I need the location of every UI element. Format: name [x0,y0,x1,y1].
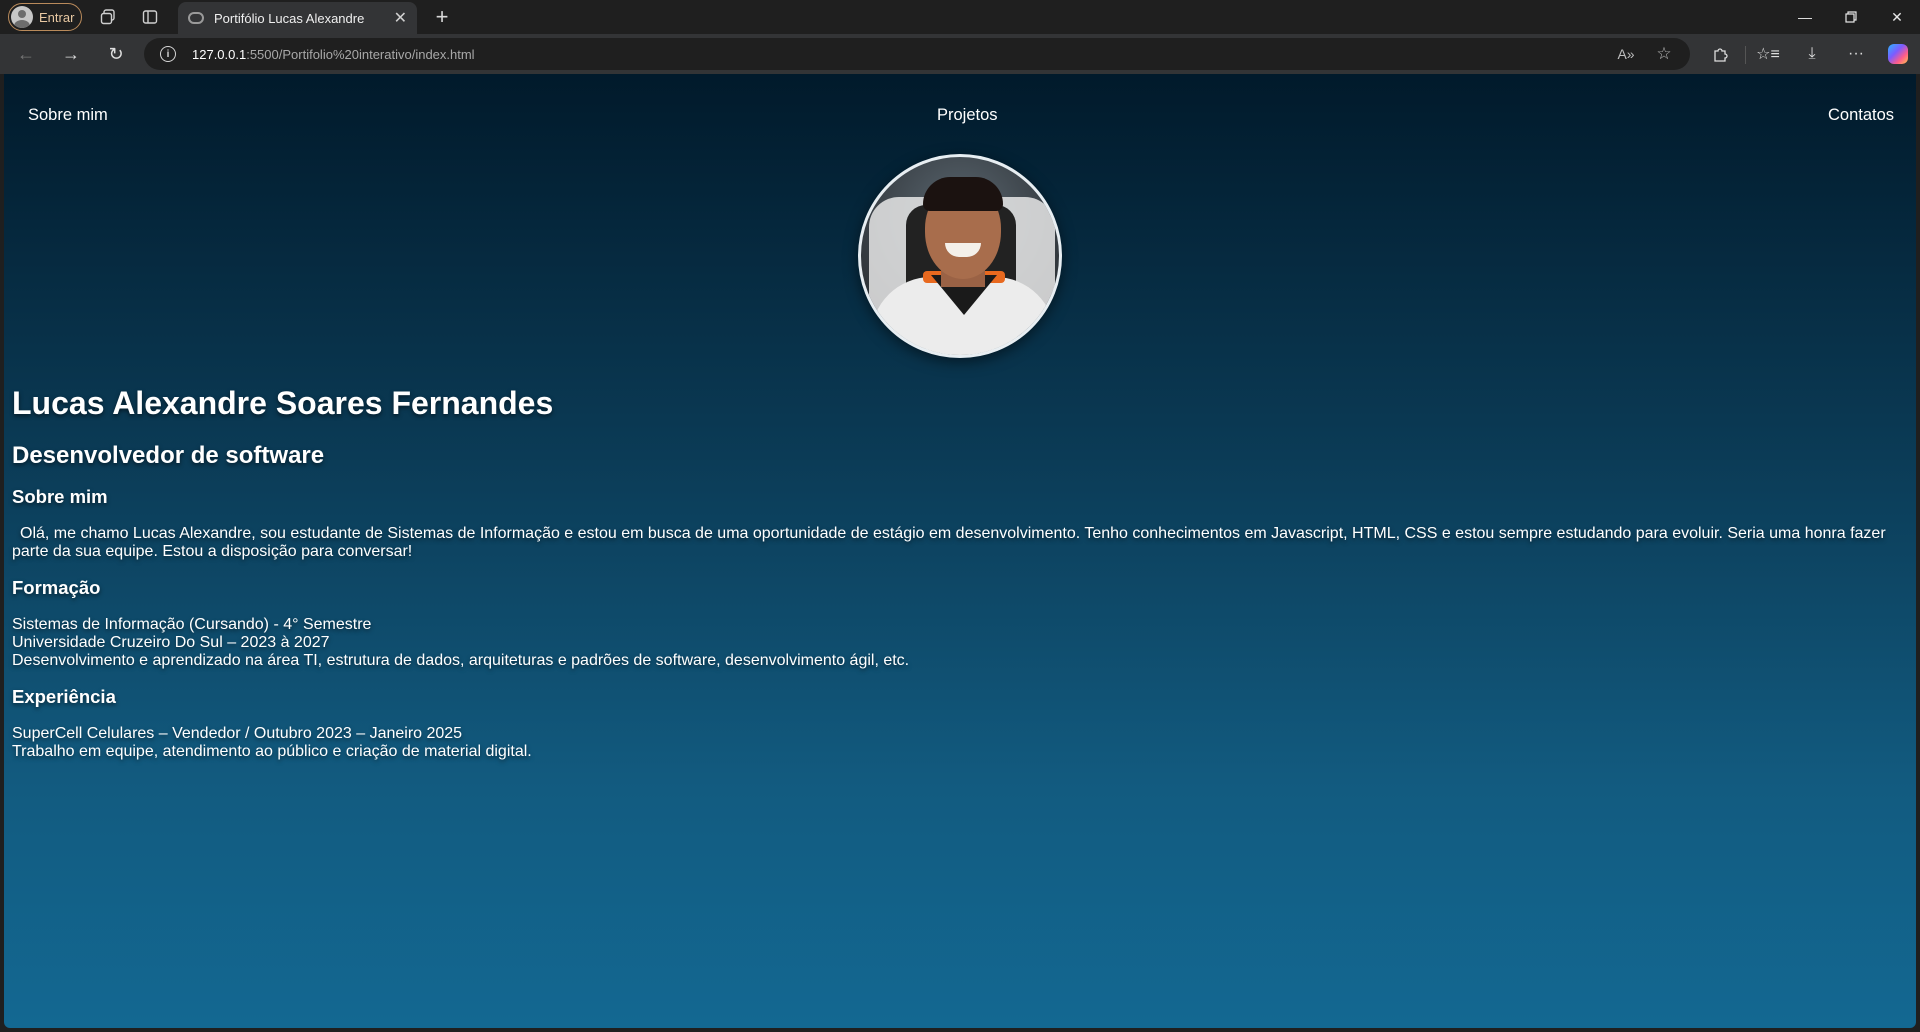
tab-title: Portifólio Lucas Alexandre [214,10,365,26]
read-aloud-icon[interactable]: A» [1616,44,1636,64]
url-host: 127.0.0.1 [192,46,247,62]
person-name: Lucas Alexandre Soares Fernandes [12,385,554,421]
tab-favicon-icon [188,12,204,24]
browser-tab-strip: Entrar Portifólio Lucas Alexandre ✕ + — … [0,0,1920,34]
star-icon[interactable]: ☆ [1654,44,1674,64]
nav-link-contacts[interactable]: Contatos [1828,106,1894,125]
profile-photo [858,154,1062,358]
vertical-tabs-icon[interactable] [140,7,160,27]
url-path: :5500/Portifolio%20interativo/index.html [246,46,475,62]
download-icon[interactable]: ⤓ [1800,42,1824,66]
favorites-icon[interactable]: ☆≡ [1756,42,1780,66]
education-heading: Formação [12,577,101,598]
profile-avatar-icon [11,6,33,28]
close-tab-icon[interactable]: ✕ [394,8,407,28]
profile-button[interactable]: Entrar [8,3,82,31]
browser-toolbar: ← → ↻ i 127.0.0.1:5500/Portifolio%20inte… [0,34,1920,74]
education-university: Universidade Cruzeiro Do Sul – 2023 à 20… [12,634,330,651]
nav-link-projects[interactable]: Projetos [937,106,998,125]
copilot-icon[interactable] [1886,42,1910,66]
refresh-icon[interactable]: ↻ [104,42,128,66]
restore-icon[interactable] [1828,0,1874,34]
experience-heading: Experiência [12,686,116,707]
workspaces-icon[interactable] [98,7,118,27]
active-tab[interactable]: Portifólio Lucas Alexandre ✕ [178,2,417,34]
experience-job: SuperCell Celulares – Vendedor / Outubro… [12,725,463,742]
new-tab-icon[interactable]: + [428,4,456,30]
about-text: Olá, me chamo Lucas Alexandre, sou estud… [12,525,1886,560]
toolbar-divider [1745,46,1746,64]
forward-arrow-icon[interactable]: → [59,42,83,66]
close-window-icon[interactable]: ✕ [1874,0,1920,34]
address-bar[interactable]: i 127.0.0.1:5500/Portifolio%20interativo… [144,38,1690,70]
page-viewport: Sobre mim Projetos Contatos Lucas Alexan… [4,74,1916,1028]
page-content: Lucas Alexandre Soares Fernandes Desenvo… [12,386,1902,761]
profile-label: Entrar [39,9,75,25]
back-arrow-icon[interactable]: ← [14,42,38,66]
education-description: Desenvolvimento e aprendizado na área TI… [12,652,910,669]
puzzle-icon[interactable] [1708,42,1732,66]
more-icon[interactable]: ··· [1844,42,1868,66]
page-nav: Sobre mim Projetos Contatos [4,74,1916,154]
nav-link-about[interactable]: Sobre mim [28,106,108,125]
about-heading: Sobre mim [12,486,108,507]
education-course: Sistemas de Informação (Cursando) - 4° S… [12,616,372,633]
minimize-icon[interactable]: — [1782,0,1828,34]
experience-description: Trabalho em equipe, atendimento ao públi… [12,743,532,760]
site-info-icon[interactable]: i [160,46,176,62]
person-role: Desenvolvedor de software [12,442,325,469]
